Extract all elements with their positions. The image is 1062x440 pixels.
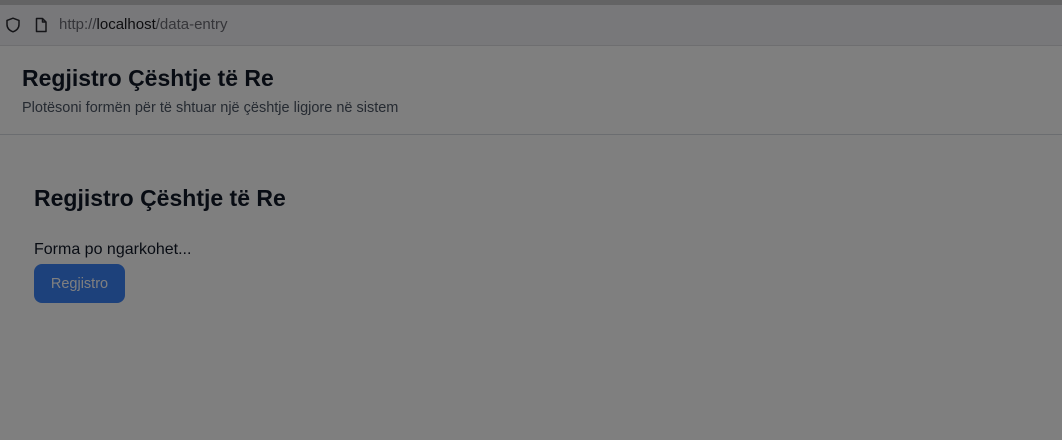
dim-overlay[interactable] (0, 0, 1062, 440)
